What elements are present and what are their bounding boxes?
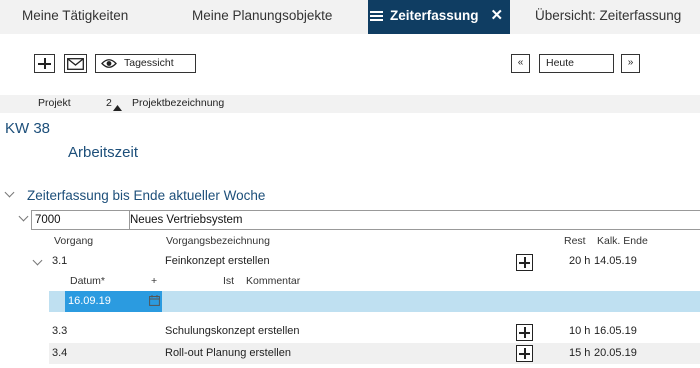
vorgang-bezeichnung: Feinkonzept erstellen xyxy=(165,255,270,267)
sort-header: Projekt 2 Projektbezeichnung xyxy=(0,95,700,113)
sort-column-projektbezeichnung[interactable]: Projektbezeichnung xyxy=(132,95,224,112)
view-label: Tagessicht xyxy=(124,57,174,69)
project-name: Neues Vertriebsystem xyxy=(130,214,243,226)
vorgang-id: 3.4 xyxy=(52,347,68,359)
eye-icon xyxy=(101,59,117,68)
rest-value: 20 h xyxy=(569,255,591,267)
group-title: Zeiterfassung bis Ende aktueller Woche xyxy=(27,188,266,203)
column-header-vorgangsbezeichnung: Vorgangsbezeichnung xyxy=(166,235,270,247)
week-label: KW 38 xyxy=(5,120,51,137)
vorgang-bezeichnung: Roll-out Planung erstellen xyxy=(165,347,291,359)
view-toggle-button[interactable]: Tagessicht xyxy=(95,54,196,73)
entry-header-kommentar: Kommentar xyxy=(246,275,301,287)
table-row: 3.4 Roll-out Planung erstellen 15 h 20.0… xyxy=(49,343,700,364)
hamburger-icon[interactable] xyxy=(370,9,383,23)
kalk-ende-value: 16.05.19 xyxy=(594,325,637,337)
chevron-down-icon[interactable] xyxy=(4,187,15,198)
project-row: 7000 Neues Vertriebsystem xyxy=(31,210,700,230)
sort-column-projekt[interactable]: Projekt xyxy=(38,95,71,112)
tab-label: Übersicht: Zeiterfassung xyxy=(535,8,682,23)
date-navigation-input[interactable]: Heute xyxy=(539,54,614,73)
prev-button[interactable]: « xyxy=(511,54,530,73)
kalk-ende-value: 20.05.19 xyxy=(594,347,637,359)
section-title: Arbeitszeit xyxy=(68,144,139,161)
add-button[interactable] xyxy=(34,54,55,73)
tab-label: Zeiterfassung xyxy=(390,8,479,23)
add-entry-button[interactable] xyxy=(516,254,533,271)
chevron-down-icon[interactable] xyxy=(32,255,43,266)
envelope-icon xyxy=(67,58,84,70)
entry-header-ist: Ist xyxy=(223,275,235,287)
vorgang-bezeichnung: Schulungskonzept erstellen xyxy=(165,325,300,337)
entry-header-datum: Datum* xyxy=(70,275,106,287)
rest-value: 15 h xyxy=(569,347,591,359)
rest-value: 10 h xyxy=(569,325,591,337)
add-entry-button[interactable] xyxy=(516,324,533,341)
entry-header-add[interactable]: + xyxy=(151,275,157,287)
tab-zeiterfassung[interactable]: Zeiterfassung ✕ xyxy=(368,0,510,34)
tab-meine-planungsobjekte[interactable]: Meine Planungsobjekte xyxy=(192,0,332,34)
project-id-field[interactable]: 7000 xyxy=(32,211,130,229)
add-entry-button[interactable] xyxy=(516,345,533,362)
column-header-rest: Rest xyxy=(564,235,586,247)
datum-field[interactable]: 16.09.19 xyxy=(65,291,147,312)
sort-rank: 2 xyxy=(106,97,112,109)
next-button[interactable]: » xyxy=(621,54,640,73)
vorgang-id: 3.1 xyxy=(52,255,68,267)
kalk-ende-value: 14.05.19 xyxy=(594,255,637,267)
column-header-kalk-ende: Kalk. Ende xyxy=(597,235,648,247)
tab-uebersicht-zeiterfassung[interactable]: Übersicht: Zeiterfassung xyxy=(535,0,681,34)
close-icon[interactable]: ✕ xyxy=(491,7,504,24)
tab-meine-taetigkeiten[interactable]: Meine Tätigkeiten xyxy=(22,0,128,34)
calendar-button[interactable] xyxy=(147,291,162,312)
vorgang-id: 3.3 xyxy=(52,325,68,337)
chevron-down-icon[interactable] xyxy=(18,211,29,222)
calendar-icon xyxy=(149,295,160,306)
tab-label: Meine Tätigkeiten xyxy=(22,8,129,23)
table-row: 3.3 Schulungskonzept erstellen 10 h 16.0… xyxy=(49,322,700,342)
sort-up-triangle-icon xyxy=(113,100,122,117)
tab-label: Meine Planungsobjekte xyxy=(192,8,333,23)
column-header-vorgang: Vorgang xyxy=(54,235,94,247)
table-row: 3.1 Feinkonzept erstellen 20 h 14.05.19 xyxy=(31,252,700,272)
mail-button[interactable] xyxy=(64,54,87,73)
